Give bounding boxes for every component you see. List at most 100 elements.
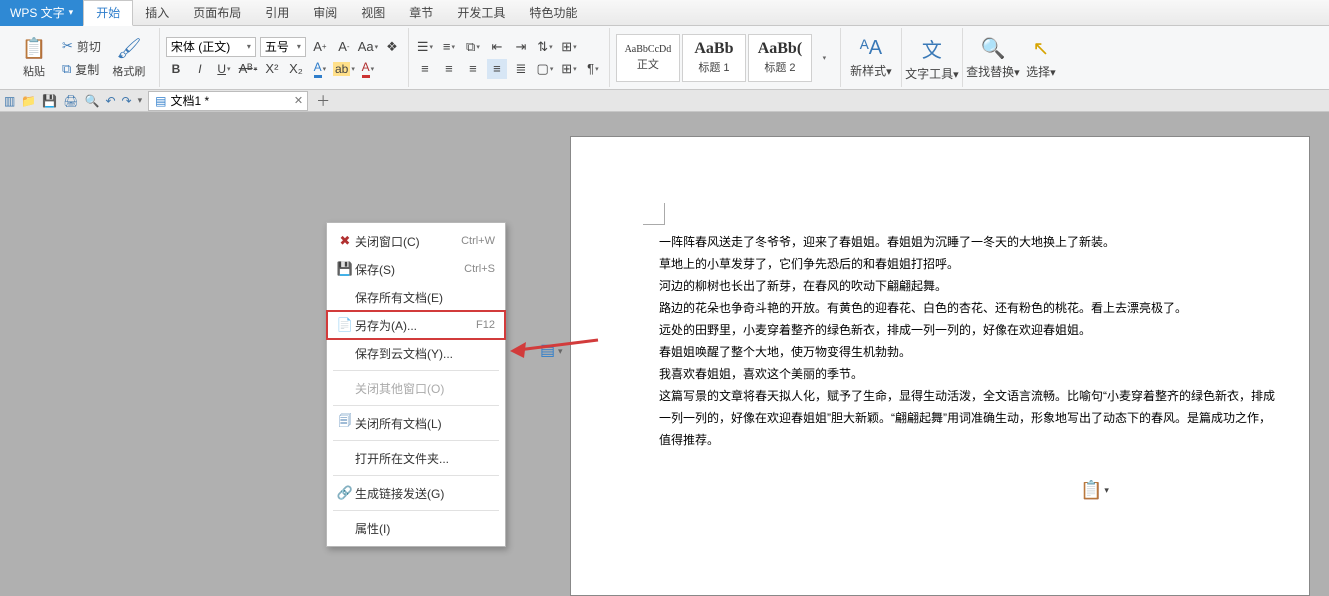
print-icon[interactable]: 🖨 bbox=[63, 94, 78, 108]
menu-tab-4[interactable]: 审阅 bbox=[301, 0, 349, 26]
menu-item-label: 保存所有文档(E) bbox=[355, 289, 443, 306]
menu-separator bbox=[333, 440, 499, 441]
menu-tab-8[interactable]: 特色功能 bbox=[517, 0, 589, 26]
menu-tab-1[interactable]: 插入 bbox=[133, 0, 181, 26]
menu-item-save[interactable]: 💾保存(S)Ctrl+S bbox=[327, 255, 505, 283]
multilevel-button[interactable]: ⧉▾ bbox=[463, 37, 483, 57]
style-card-0[interactable]: AaBbCcDd正文 bbox=[616, 34, 680, 82]
new-doc-icon[interactable]: ▥ bbox=[4, 94, 15, 108]
document-tab-title: 文档1 * bbox=[170, 92, 209, 109]
highlight-button[interactable]: ab▾ bbox=[334, 59, 354, 79]
menu-item-label: 打开所在文件夹... bbox=[355, 450, 449, 467]
undo-icon[interactable]: ↶ bbox=[105, 94, 115, 108]
paragraph[interactable]: 河边的柳树也长出了新芽，在春风的吹动下翩翩起舞。 bbox=[659, 275, 1279, 297]
find-replace-button[interactable]: 🔍 查找替换▾ bbox=[969, 30, 1017, 86]
paragraph[interactable]: 草地上的小草发芽了，它们争先恐后的和春姐姐打招呼。 bbox=[659, 253, 1279, 275]
menu-tab-2[interactable]: 页面布局 bbox=[181, 0, 253, 26]
underline-button[interactable]: U▾ bbox=[214, 59, 234, 79]
menu-item-label: 关闭所有文档(L) bbox=[355, 415, 442, 432]
menu-item-properties[interactable]: 属性(I) bbox=[327, 514, 505, 542]
subscript-button[interactable]: X₂ bbox=[286, 59, 306, 79]
paragraph[interactable]: 一阵阵春风送走了冬爷爷，迎来了春姐姐。春姐姐为沉睡了一冬天的大地换上了新装。 bbox=[659, 231, 1279, 253]
app-badge-label: WPS 文字 bbox=[10, 4, 65, 21]
align-right-button[interactable]: ≡ bbox=[463, 59, 483, 79]
menu-tab-0[interactable]: 开始 bbox=[83, 0, 133, 26]
paragraph[interactable]: 路边的花朵也争奇斗艳的开放。有黄色的迎春花、白色的杏花、还有粉色的桃花。看上去漂… bbox=[659, 297, 1279, 319]
text-tools-button[interactable]: 文 文字工具▾ bbox=[908, 30, 956, 86]
line-spacing-button[interactable]: ⇅▾ bbox=[535, 37, 555, 57]
menu-item-save-as[interactable]: 📄另存为(A)...F12 bbox=[327, 311, 505, 339]
tabs-button[interactable]: ⊞▾ bbox=[559, 37, 579, 57]
save-icon: 💾 bbox=[335, 261, 355, 277]
paragraph[interactable]: 远处的田野里，小麦穿着整齐的绿色新衣，排成一列一列的，好像在欢迎春姐姐。 bbox=[659, 319, 1279, 341]
style-gallery-more[interactable]: ▾ bbox=[814, 48, 834, 68]
numbering-button[interactable]: ≡▾ bbox=[439, 37, 459, 57]
font-size-select[interactable]: 五号▾ bbox=[260, 37, 306, 57]
align-left-button[interactable]: ≡ bbox=[415, 59, 435, 79]
menu-item-label: 保存(S) bbox=[355, 261, 395, 278]
show-marks-button[interactable]: ¶▾ bbox=[583, 59, 603, 79]
change-case-button[interactable]: Aa▾ bbox=[358, 37, 378, 57]
close-tab-icon[interactable]: ✕ bbox=[294, 94, 303, 107]
clear-format-button[interactable]: ❖ bbox=[382, 37, 402, 57]
style-card-1[interactable]: AaBb标题 1 bbox=[682, 34, 746, 82]
bullets-button[interactable]: ☰▾ bbox=[415, 37, 435, 57]
menu-tab-5[interactable]: 视图 bbox=[349, 0, 397, 26]
new-style-button[interactable]: ᴬA 新样式▾ bbox=[847, 30, 895, 86]
menu-item-label: 属性(I) bbox=[355, 520, 390, 537]
align-justify-button[interactable]: ≡ bbox=[487, 59, 507, 79]
font-family-select[interactable]: 宋体 (正文)▾ bbox=[166, 37, 256, 57]
style-card-2[interactable]: AaBb(标题 2 bbox=[748, 34, 812, 82]
open-icon[interactable]: 📁 bbox=[21, 94, 36, 108]
app-badge[interactable]: WPS 文字 ▾ bbox=[0, 0, 83, 26]
paragraph[interactable]: 这篇写景的文章将春天拟人化，赋予了生命，显得生动活泼，全文语言流畅。比喻句“小麦… bbox=[659, 385, 1279, 451]
paragraph[interactable]: 我喜欢春姐姐，喜欢这个美丽的季节。 bbox=[659, 363, 1279, 385]
font-color-button[interactable]: A▾ bbox=[310, 59, 330, 79]
document-page[interactable]: 一阵阵春风送走了冬爷爷，迎来了春姐姐。春姐姐为沉睡了一冬天的大地换上了新装。草地… bbox=[570, 136, 1310, 596]
menu-tab-3[interactable]: 引用 bbox=[253, 0, 301, 26]
menu-item-close-window[interactable]: ✖关闭窗口(C)Ctrl+W bbox=[327, 227, 505, 255]
menu-tab-6[interactable]: 章节 bbox=[397, 0, 445, 26]
brush-icon: 🖌 bbox=[116, 36, 141, 61]
menu-item-label: 关闭其他窗口(O) bbox=[355, 380, 444, 397]
qat-more-icon[interactable]: ▾ bbox=[138, 95, 143, 106]
menu-item-save-all[interactable]: 保存所有文档(E) bbox=[327, 283, 505, 311]
menu-item-open-folder[interactable]: 打开所在文件夹... bbox=[327, 444, 505, 472]
grow-font-button[interactable]: A+ bbox=[310, 37, 330, 57]
strike-button[interactable]: Aᴮ▾ bbox=[238, 59, 258, 79]
menu-item-save-cloud[interactable]: 保存到云文档(Y)... bbox=[327, 339, 505, 367]
menu-item-close-others: 关闭其他窗口(O) bbox=[327, 374, 505, 402]
superscript-button[interactable]: X² bbox=[262, 59, 282, 79]
paragraph-marker-dropdown[interactable]: ▾ bbox=[558, 346, 563, 357]
paste-button[interactable]: 📋 粘贴 bbox=[10, 30, 58, 86]
align-distribute-button[interactable]: ≣ bbox=[511, 59, 531, 79]
paste-options-button[interactable]: 📋▾ bbox=[1080, 480, 1109, 501]
cut-button[interactable]: ✂剪切 bbox=[58, 36, 105, 57]
decrease-indent-button[interactable]: ⇤ bbox=[487, 37, 507, 57]
menu-item-close-all[interactable]: 🗐关闭所有文档(L) bbox=[327, 409, 505, 437]
shading-button[interactable]: ▢▾ bbox=[535, 59, 555, 79]
format-painter-button[interactable]: 🖌 格式刷 bbox=[105, 30, 153, 86]
paste-label: 粘贴 bbox=[23, 63, 45, 79]
page-text[interactable]: 一阵阵春风送走了冬爷爷，迎来了春姐姐。春姐姐为沉睡了一冬天的大地换上了新装。草地… bbox=[659, 231, 1279, 451]
italic-button[interactable]: I bbox=[190, 59, 210, 79]
increase-indent-button[interactable]: ⇥ bbox=[511, 37, 531, 57]
new-tab-button[interactable]: ＋ bbox=[314, 92, 332, 110]
align-center-button[interactable]: ≡ bbox=[439, 59, 459, 79]
font-color2-button[interactable]: A▾ bbox=[358, 59, 378, 79]
redo-icon[interactable]: ↷ bbox=[122, 94, 132, 108]
document-tab[interactable]: ▤ 文档1 * ✕ bbox=[148, 91, 308, 111]
chevron-down-icon: ▾ bbox=[69, 7, 74, 18]
print-preview-icon[interactable]: 🔍 bbox=[84, 94, 99, 108]
borders-button[interactable]: ⊞▾ bbox=[559, 59, 579, 79]
menu-item-gen-link[interactable]: 🔗生成链接发送(G) bbox=[327, 479, 505, 507]
bold-button[interactable]: B bbox=[166, 59, 186, 79]
shrink-font-button[interactable]: A- bbox=[334, 37, 354, 57]
select-button[interactable]: ↖ 选择▾ bbox=[1017, 30, 1065, 86]
menu-item-shortcut: F12 bbox=[476, 319, 495, 331]
paragraph-marker-icon[interactable]: ▤ bbox=[540, 340, 555, 360]
copy-button[interactable]: ⧉复制 bbox=[58, 59, 103, 80]
save-icon[interactable]: 💾 bbox=[42, 94, 57, 108]
menu-tab-7[interactable]: 开发工具 bbox=[445, 0, 517, 26]
paragraph[interactable]: 春姐姐唤醒了整个大地，使万物变得生机勃勃。 bbox=[659, 341, 1279, 363]
